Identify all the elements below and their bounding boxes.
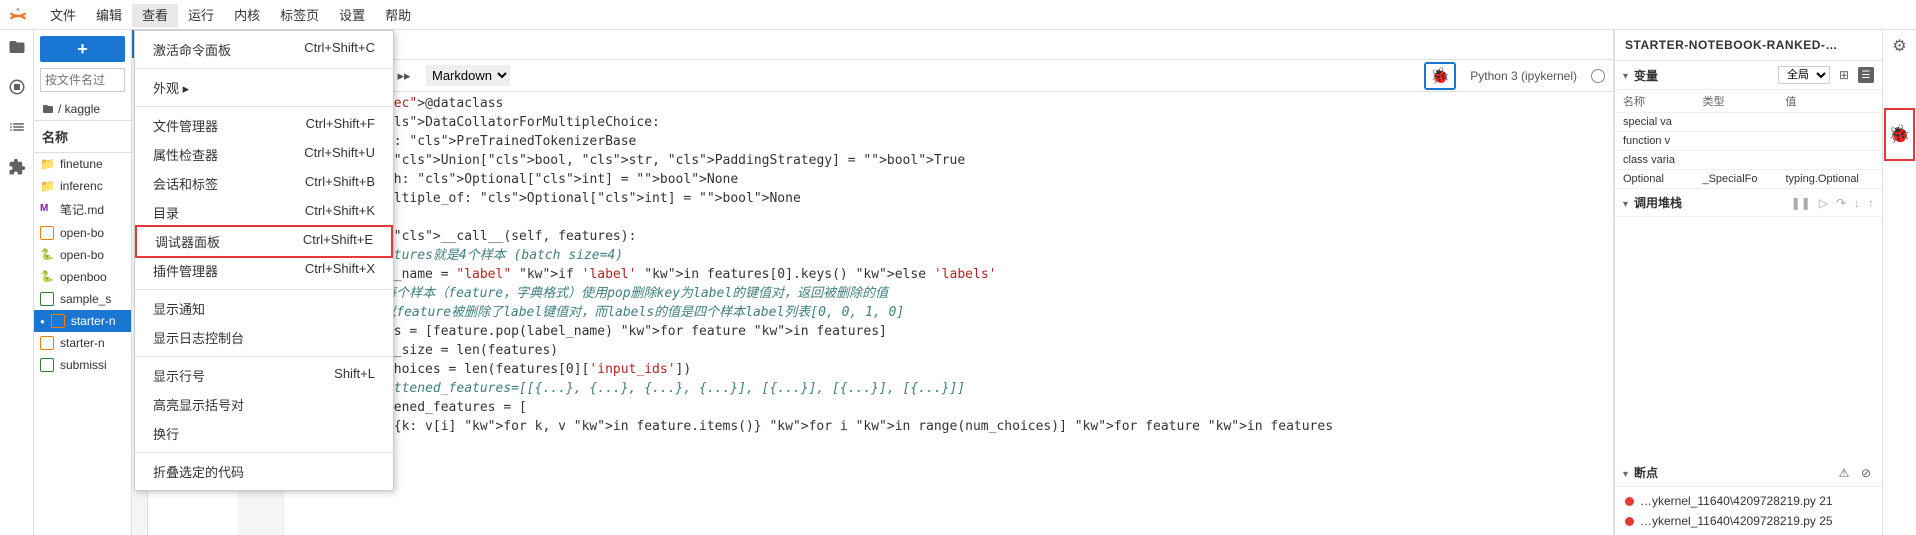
file-item[interactable]: starter-n xyxy=(34,332,131,354)
nb-icon xyxy=(51,314,65,328)
menu-查看[interactable]: 查看 xyxy=(132,4,178,27)
file-item[interactable]: ●starter-n xyxy=(34,310,131,332)
menu-设置[interactable]: 设置 xyxy=(329,4,375,27)
variables-section-header[interactable]: 变量 全局 ⊞ ☰ xyxy=(1615,61,1882,90)
new-launcher-button[interactable]: + xyxy=(40,36,125,62)
menu-item-目录[interactable]: 目录Ctrl+Shift+K xyxy=(135,198,393,227)
kernel-status-icon[interactable] xyxy=(1591,69,1605,83)
breadcrumb-path: / kaggle xyxy=(58,102,100,116)
callstack-section-header[interactable]: 调用堆栈 ❚❚ ▷ ↷ ↓ ↑ xyxy=(1615,189,1882,217)
clear-all-icon[interactable]: ⊘ xyxy=(1858,465,1874,481)
folder-icon xyxy=(40,179,54,193)
file-item[interactable]: sample_s xyxy=(34,288,131,310)
file-browser: + / kaggle 名称 finetuneinferencM笔记.mdopen… xyxy=(34,30,132,535)
caret-down-icon xyxy=(1623,466,1628,480)
variable-row[interactable]: Optional_SpecialFotyping.Optional xyxy=(1615,170,1882,189)
file-item[interactable]: inferenc xyxy=(34,175,131,197)
menu-item-文件管理器[interactable]: 文件管理器Ctrl+Shift+F xyxy=(135,111,393,140)
variables-table: 名称 类型 值 special vafunction vclass variaO… xyxy=(1615,90,1882,189)
file-item[interactable]: finetune xyxy=(34,153,131,175)
menu-item-显示通知[interactable]: 显示通知 xyxy=(135,294,393,323)
column-header-name[interactable]: 名称 xyxy=(34,120,131,153)
debugger-toggle[interactable]: 🐞 xyxy=(1424,62,1456,90)
pause-on-exceptions-icon[interactable]: ⚠ xyxy=(1836,465,1852,481)
table-view-icon[interactable]: ☰ xyxy=(1858,67,1874,83)
bug-icon: 🐞 xyxy=(1430,68,1450,85)
nbg-icon xyxy=(40,292,54,306)
folder-icon xyxy=(40,157,54,171)
view-menu-dropdown: 激活命令面板Ctrl+Shift+C 外观 ▸ 文件管理器Ctrl+Shift+F属… xyxy=(134,30,394,491)
menu-item-调试器面板[interactable]: 调试器面板Ctrl+Shift+E xyxy=(135,225,393,258)
menu-item-显示行号[interactable]: 显示行号Shift+L xyxy=(135,361,393,390)
menu-item-会话和标签[interactable]: 会话和标签Ctrl+Shift+B xyxy=(135,169,393,198)
menu-item-激活命令面板[interactable]: 激活命令面板Ctrl+Shift+C xyxy=(135,35,393,64)
bug-icon[interactable]: 🐞 xyxy=(1888,124,1910,145)
menu-item-高亮显示括号对[interactable]: 高亮显示括号对 xyxy=(135,390,393,419)
py-icon: 🐍 xyxy=(40,248,54,262)
pause-icon[interactable]: ❚❚ xyxy=(1791,196,1811,210)
activity-bar xyxy=(0,30,34,535)
menubar: 文件编辑查看运行内核标签页设置帮助 xyxy=(0,0,1916,30)
cell-type-select[interactable]: Markdown xyxy=(426,65,510,86)
menu-标签页[interactable]: 标签页 xyxy=(270,4,329,27)
breakpoints-section-header[interactable]: 断点 ⚠ ⊘ xyxy=(1615,459,1882,487)
file-item[interactable]: 🐍open-bo xyxy=(34,244,131,266)
md-icon: M xyxy=(40,203,54,217)
breakpoints-label: 断点 xyxy=(1634,464,1830,481)
right-sidebar: ⚙ 🐞 xyxy=(1882,30,1916,535)
col-name[interactable]: 名称 xyxy=(1615,90,1694,113)
variables-label: 变量 xyxy=(1634,67,1772,84)
nb-icon xyxy=(40,226,54,240)
kernel-name[interactable]: Python 3 (ipykernel) xyxy=(1470,69,1577,83)
col-type[interactable]: 类型 xyxy=(1694,90,1777,113)
menu-item-外观[interactable]: 外观 ▸ xyxy=(135,73,393,102)
menu-item-显示日志控制台[interactable]: 显示日志控制台 xyxy=(135,323,393,352)
menu-item-换行[interactable]: 换行 xyxy=(135,419,393,448)
menu-编辑[interactable]: 编辑 xyxy=(86,4,132,27)
file-filter-input[interactable] xyxy=(40,68,125,92)
caret-down-icon xyxy=(1623,196,1628,210)
list-icon[interactable] xyxy=(6,116,28,138)
menu-运行[interactable]: 运行 xyxy=(178,4,224,27)
nb-icon xyxy=(40,336,54,350)
menu-item-属性检查器[interactable]: 属性检查器Ctrl+Shift+U xyxy=(135,140,393,169)
breakpoint-list: …ykernel_11640\4209728219.py 21…ykernel_… xyxy=(1615,487,1882,535)
breakpoint-row[interactable]: …ykernel_11640\4209728219.py 25 xyxy=(1615,511,1882,531)
debugger-tab-highlight: 🐞 xyxy=(1884,108,1914,161)
menu-内核[interactable]: 内核 xyxy=(224,4,270,27)
file-list: finetuneinferencM笔记.mdopen-bo🐍open-bo🐍op… xyxy=(34,153,131,535)
callstack-label: 调用堆栈 xyxy=(1634,194,1785,211)
menu-帮助[interactable]: 帮助 xyxy=(375,4,421,27)
property-inspector-icon[interactable]: ⚙ xyxy=(1892,36,1906,56)
py-icon: 🐍 xyxy=(40,270,54,284)
debug-panel: STARTER-NOTEBOOK-RANKED-… 变量 全局 ⊞ ☰ 名称 类… xyxy=(1614,30,1882,535)
extensions-icon[interactable] xyxy=(6,156,28,178)
file-item[interactable]: M笔记.md xyxy=(34,197,131,222)
folder-icon[interactable] xyxy=(6,36,28,58)
variable-row[interactable]: special va xyxy=(1615,113,1882,132)
caret-down-icon xyxy=(1623,68,1628,82)
file-item[interactable]: 🐍openboo xyxy=(34,266,131,288)
step-in-icon[interactable]: ↓ xyxy=(1854,196,1860,210)
variable-row[interactable]: function v xyxy=(1615,132,1882,151)
breadcrumb[interactable]: / kaggle xyxy=(34,98,131,120)
col-value[interactable]: 值 xyxy=(1778,90,1883,113)
nbg-icon xyxy=(40,358,54,372)
menu-item-插件管理器[interactable]: 插件管理器Ctrl+Shift+X xyxy=(135,256,393,285)
scope-select[interactable]: 全局 xyxy=(1778,66,1830,84)
continue-icon[interactable]: ▷ xyxy=(1819,196,1828,210)
debug-title: STARTER-NOTEBOOK-RANKED-… xyxy=(1615,30,1882,61)
fast-forward-icon[interactable]: ▸▸ xyxy=(396,68,412,84)
menu-文件[interactable]: 文件 xyxy=(40,4,86,27)
step-over-icon[interactable]: ↷ xyxy=(1836,196,1846,210)
file-item[interactable]: submissi xyxy=(34,354,131,376)
variable-row[interactable]: class varia xyxy=(1615,151,1882,170)
stop-circle-icon[interactable] xyxy=(6,76,28,98)
jupyter-logo xyxy=(6,3,30,27)
file-item[interactable]: open-bo xyxy=(34,222,131,244)
breakpoint-row[interactable]: …ykernel_11640\4209728219.py 21 xyxy=(1615,491,1882,511)
tree-view-icon[interactable]: ⊞ xyxy=(1836,67,1852,83)
menu-item-折叠选定的代码[interactable]: 折叠选定的代码 xyxy=(135,457,393,486)
step-out-icon[interactable]: ↑ xyxy=(1868,196,1874,210)
